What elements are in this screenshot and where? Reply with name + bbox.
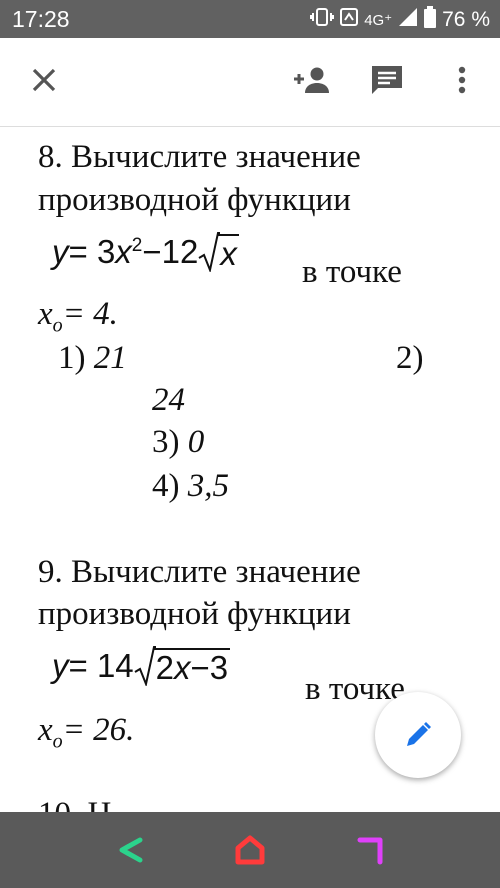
- option-1-value: 21: [93, 340, 127, 376]
- sqrt-radicand: x: [218, 234, 239, 272]
- option-3-value: 0: [187, 424, 205, 460]
- signal-icon: [398, 7, 418, 33]
- question9-x0: xo= 26.: [38, 710, 134, 762]
- navigation-bar: [0, 812, 500, 888]
- option-2-value: 24: [152, 382, 185, 418]
- option-1: 1) 21: [58, 338, 127, 378]
- radicand-coef: 2: [155, 649, 175, 686]
- radicand-rest: −3: [190, 649, 229, 686]
- comment-icon[interactable]: [367, 60, 407, 100]
- question9-formula: y = 14 2x−3: [52, 646, 231, 686]
- question8-line1: 8. Вычислите значение: [38, 139, 361, 175]
- formula-y: y: [52, 233, 69, 270]
- option-3: 3) 0: [152, 422, 204, 462]
- question9-line2: производной функции: [38, 596, 351, 632]
- status-icons: 4G⁺ 76 %: [310, 6, 490, 34]
- option-1-num: 1): [58, 340, 86, 376]
- home-button[interactable]: [228, 828, 272, 872]
- status-bar: 17:28 4G⁺ 76 %: [0, 0, 500, 38]
- more-vert-icon[interactable]: [452, 60, 472, 100]
- close-icon[interactable]: [24, 60, 64, 100]
- option-2-num: 2): [396, 340, 424, 376]
- battery-percent: 76 %: [442, 8, 490, 31]
- edit-fab[interactable]: [375, 692, 461, 778]
- formula-minus: −12: [142, 233, 199, 270]
- formula9-y: y: [52, 647, 69, 684]
- recents-icon: [357, 837, 383, 865]
- formula9-eq: = 14: [68, 647, 134, 684]
- x0-var: x: [38, 296, 53, 332]
- vibrate-icon: [310, 7, 335, 33]
- battery-icon: [424, 6, 437, 34]
- network-type: 4G⁺: [364, 12, 393, 29]
- option-3-num: 3): [152, 424, 180, 460]
- option-4: 4) 3,5: [152, 466, 229, 506]
- recents-button[interactable]: [348, 828, 392, 872]
- status-time: 17:28: [12, 6, 70, 32]
- option-4-num: 4): [152, 468, 180, 504]
- wifi-signal-icon: [340, 7, 359, 33]
- question9-line1: 9. Вычислите значение: [38, 554, 361, 590]
- x0-value-9: = 26.: [62, 712, 135, 748]
- home-icon: [235, 835, 265, 865]
- formula-exponent: 2: [131, 235, 143, 256]
- x0-var-9: x: [38, 712, 53, 748]
- formula-x: x: [115, 233, 132, 270]
- pencil-icon: [407, 722, 431, 746]
- question10-partial: 10. Н: [38, 794, 111, 812]
- sqrt-sign: x: [198, 232, 239, 272]
- question8-line2: производной функции: [38, 182, 351, 218]
- question8-at-point: в точке: [302, 254, 402, 290]
- back-icon: [119, 837, 143, 863]
- x0-sub: o: [52, 314, 63, 337]
- person-add-icon[interactable]: [290, 60, 334, 100]
- sqrt-sign-9: 2x−3: [134, 646, 231, 686]
- radicand-x: x: [174, 649, 191, 686]
- option-4-value: 3,5: [187, 468, 229, 504]
- question8-formula: y = 3 x 2 −12 x: [52, 232, 239, 272]
- toolbar: [0, 38, 500, 127]
- back-button[interactable]: [108, 828, 152, 872]
- x0-sub-9: o: [52, 730, 63, 753]
- sqrt-radicand-9: 2x−3: [153, 648, 231, 686]
- formula-eq: = 3: [68, 233, 116, 270]
- x0-value: = 4.: [62, 296, 118, 332]
